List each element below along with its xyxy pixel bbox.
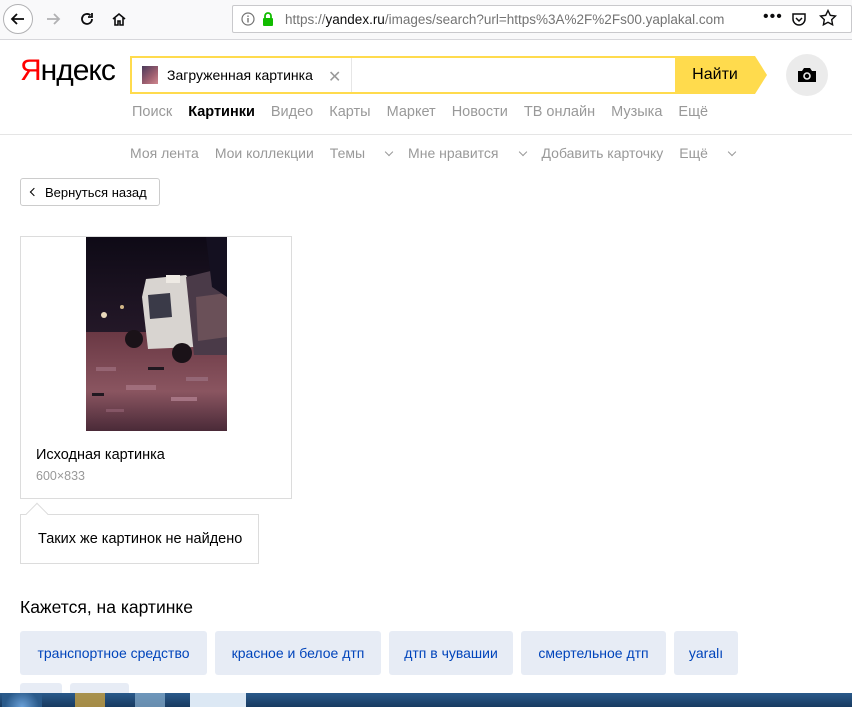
subnav-my-feed[interactable]: Моя лента — [130, 145, 199, 161]
services-nav: Поиск Картинки Видео Карты Маркет Новост… — [132, 104, 724, 120]
service-music[interactable]: Музыка — [611, 104, 662, 120]
source-image-title[interactable]: Исходная картинка — [36, 447, 165, 463]
uploaded-image-thumbnail — [142, 66, 158, 84]
search-button-arrow[interactable] — [755, 56, 767, 94]
start-button-icon[interactable] — [2, 693, 42, 707]
reload-icon[interactable] — [72, 4, 102, 34]
tag-item[interactable]: смертельное дтп — [521, 631, 666, 675]
search-button[interactable]: Найти — [675, 56, 755, 94]
tag-item[interactable]: красное и белое дтп — [215, 631, 381, 675]
camera-icon — [798, 68, 816, 82]
tag-item[interactable]: транспортное средство — [20, 631, 207, 675]
url-bar[interactable]: https://yandex.ru/images/search?url=http… — [232, 5, 852, 33]
back-icon[interactable] — [3, 4, 33, 34]
info-icon[interactable] — [241, 12, 255, 31]
firefox-taskbar-icon[interactable] — [190, 693, 246, 707]
search-input[interactable]: Загруженная картинка ✕ — [130, 56, 675, 94]
browser-toolbar: https://yandex.ru/images/search?url=http… — [0, 0, 852, 40]
clear-icon[interactable]: ✕ — [328, 67, 341, 87]
source-image-size: 600×833 — [36, 469, 86, 483]
source-image[interactable] — [86, 237, 227, 431]
tag-item[interactable]: yaralı — [674, 631, 738, 675]
no-similar-images-notice: Таких же картинок не найдено — [20, 502, 259, 564]
taskbar-app-icon[interactable] — [135, 693, 165, 707]
yandex-logo[interactable]: Яндекс — [20, 54, 116, 88]
service-images[interactable]: Картинки — [188, 104, 255, 120]
tags-list: транспортное средство красное и белое дт… — [20, 631, 852, 675]
search-chip-label: Загруженная картинка — [167, 67, 313, 83]
source-image-card[interactable]: Исходная картинка 600×833 — [20, 236, 292, 499]
pocket-icon[interactable] — [791, 11, 807, 32]
subnav-likes[interactable]: Мне нравится — [408, 145, 527, 161]
service-video[interactable]: Видео — [271, 104, 313, 120]
subnav-my-collections[interactable]: Мои коллекции — [215, 145, 314, 161]
explorer-taskbar-icon[interactable] — [75, 693, 105, 707]
url-text: https://yandex.ru/images/search?url=http… — [285, 12, 725, 27]
tags-heading: Кажется, на картинке — [20, 597, 193, 617]
service-news[interactable]: Новости — [452, 104, 508, 120]
chevron-down-icon — [384, 147, 394, 157]
service-market[interactable]: Маркет — [387, 104, 436, 120]
notice-pointer — [25, 502, 49, 526]
camera-search-button[interactable] — [786, 54, 828, 96]
tag-item[interactable]: дтп в чувашии — [389, 631, 513, 675]
lock-icon[interactable] — [261, 11, 275, 32]
uploaded-image-chip: Загруженная картинка ✕ — [132, 58, 352, 92]
no-similar-images-text: Таких же картинок не найдено — [38, 531, 243, 547]
forward-icon[interactable] — [38, 4, 68, 34]
page-actions-icon[interactable]: ••• — [763, 8, 783, 26]
chevron-down-icon — [518, 147, 527, 157]
service-maps[interactable]: Карты — [329, 104, 370, 120]
service-search[interactable]: Поиск — [132, 104, 172, 120]
header-divider — [0, 134, 852, 135]
chevron-down-icon — [727, 147, 737, 157]
subnav-add-card[interactable]: Добавить карточку — [542, 145, 664, 161]
home-icon[interactable] — [104, 4, 134, 34]
chevron-left-icon — [29, 187, 39, 197]
go-back-button[interactable]: Вернуться назад — [20, 178, 160, 206]
bookmark-star-icon[interactable] — [818, 8, 838, 32]
subnav-more[interactable]: Ещё — [679, 145, 737, 161]
service-more[interactable]: Ещё — [678, 104, 708, 120]
service-tv[interactable]: ТВ онлайн — [524, 104, 595, 120]
os-taskbar — [0, 693, 852, 707]
subnav-themes[interactable]: Темы — [330, 145, 394, 161]
images-subnav: Моя лента Мои коллекции Темы Мне нравитс… — [130, 145, 751, 161]
